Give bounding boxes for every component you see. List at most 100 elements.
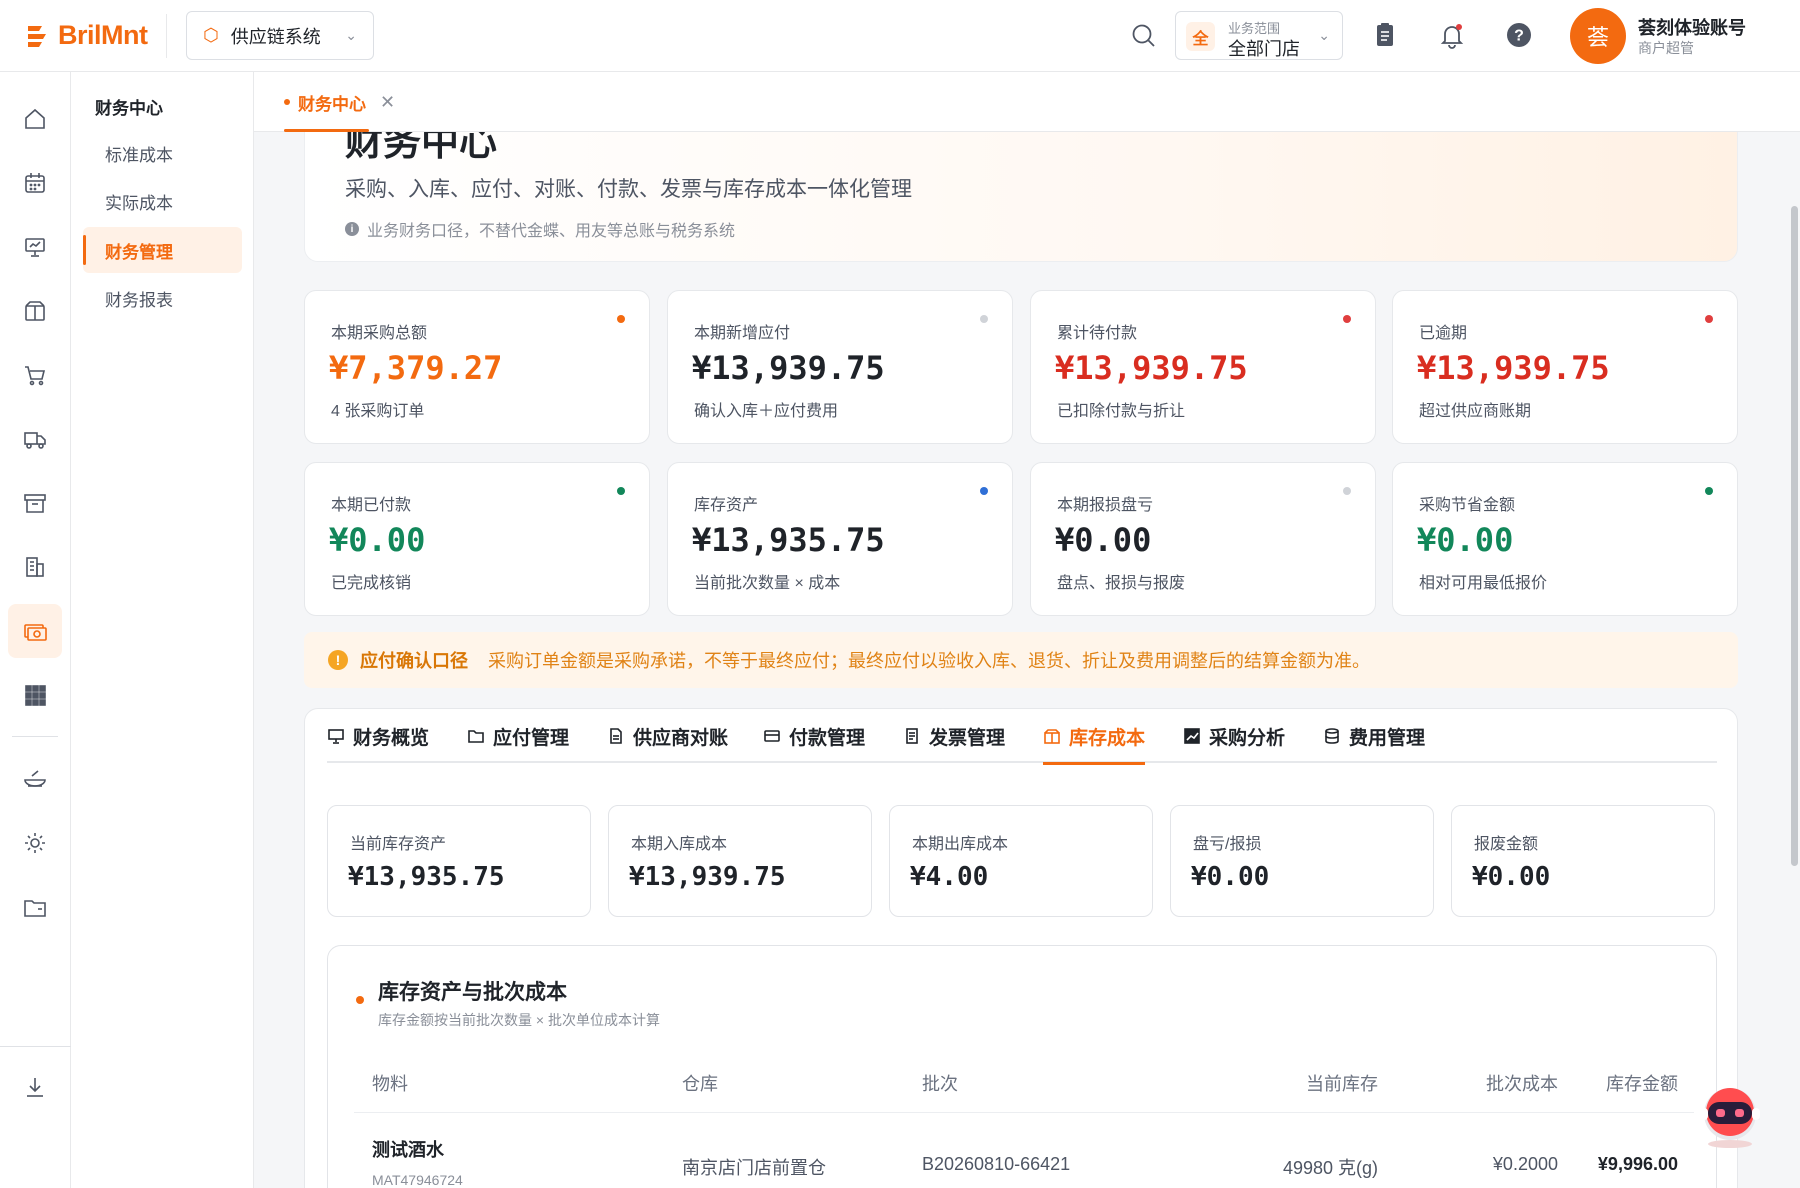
- kpi-desc: 已扣除付款与折让: [1057, 403, 1186, 420]
- user-name[interactable]: 荟刻体验账号: [1638, 14, 1746, 40]
- assistant-robot-icon[interactable]: [1694, 1082, 1766, 1150]
- scrollbar-thumb[interactable]: [1791, 206, 1798, 866]
- kpi-desc: 确认入库＋应付费用: [694, 403, 839, 420]
- gear-icon: [25, 833, 45, 853]
- rail-archive[interactable]: [8, 476, 62, 530]
- presentation-icon: [328, 729, 344, 744]
- kpi-value: ¥0.00: [329, 521, 426, 559]
- column-header-current-stock[interactable]: 当前库存: [1218, 1070, 1378, 1096]
- stat-value: ¥13,935.75: [348, 862, 505, 892]
- tab-supplier-reconciliation[interactable]: 供应商对账: [607, 709, 728, 763]
- rail-apps[interactable]: [8, 668, 62, 722]
- tab-expense-management[interactable]: 费用管理: [1323, 709, 1425, 763]
- kpi-card[interactable]: 累计待付款 ¥13,939.75 已扣除付款与折让: [1030, 290, 1376, 444]
- rail-divider: [12, 736, 58, 737]
- system-select[interactable]: ⬡ 供应链系统 ⌄: [186, 11, 374, 60]
- rail-settings[interactable]: [8, 816, 62, 870]
- stat-label: 盘亏/报损: [1193, 836, 1262, 853]
- chevron-down-icon: ⌄: [345, 27, 357, 43]
- truck-icon: [24, 432, 46, 449]
- kpi-value: ¥13,935.75: [692, 521, 885, 559]
- kpi-status-dot: [1705, 487, 1713, 495]
- tab-inventory-cost[interactable]: 库存成本: [1043, 709, 1146, 765]
- rail-calendar[interactable]: [8, 156, 62, 210]
- kpi-status-dot: [617, 315, 625, 323]
- table-header-divider: [354, 1112, 1694, 1113]
- stat-card: 报废金额 ¥0.00: [1451, 805, 1715, 917]
- kpi-card[interactable]: 本期已付款 ¥0.00 已完成核销: [304, 462, 650, 616]
- folder-icon: [468, 730, 484, 743]
- section-title: 库存资产与批次成本: [378, 981, 567, 1004]
- rail-download[interactable]: [8, 1060, 62, 1114]
- tab-label: 采购分析: [1209, 727, 1286, 749]
- kpi-card[interactable]: 本期报损盘亏 ¥0.00 盘点、报损与报废: [1030, 462, 1376, 616]
- package-icon: [25, 301, 45, 321]
- kpi-label: 本期报损盘亏: [1057, 497, 1154, 514]
- cell-material-name: 测试酒水: [372, 1140, 444, 1160]
- rail-finance[interactable]: [8, 604, 62, 658]
- kpi-card[interactable]: 采购节省金额 ¥0.00 相对可用最低报价: [1392, 462, 1738, 616]
- kpi-card[interactable]: 本期新增应付 ¥13,939.75 确认入库＋应付费用: [667, 290, 1013, 444]
- scrollbar[interactable]: [1790, 132, 1800, 1188]
- kpi-status-dot: [1343, 487, 1351, 495]
- rail-home[interactable]: [8, 92, 62, 146]
- bell-icon[interactable]: [1437, 20, 1467, 50]
- column-header-inventory-amount[interactable]: 库存金额: [1518, 1070, 1678, 1096]
- tab-label: 应付管理: [493, 727, 570, 749]
- close-icon[interactable]: ✕: [380, 92, 395, 113]
- cell-warehouse: 南京店门店前置仓: [682, 1158, 826, 1178]
- header-divider: [166, 14, 167, 58]
- column-header-material[interactable]: 物料: [372, 1070, 408, 1096]
- top-header: BrilMnt ⬡ 供应链系统 ⌄ 全 业务范围 全部门店 ⌄ ? 荟 荟刻体验…: [0, 0, 1800, 72]
- business-scope-select[interactable]: 全 业务范围 全部门店 ⌄: [1175, 11, 1343, 60]
- submenu-item-actual-cost[interactable]: 实际成本: [83, 178, 242, 224]
- kpi-label: 累计待付款: [1057, 325, 1138, 342]
- kpi-card[interactable]: 库存资产 ¥13,935.75 当前批次数量 × 成本: [667, 462, 1013, 616]
- kpi-desc: 盘点、报损与报废: [1057, 575, 1186, 592]
- brand-logo-icon: [28, 25, 46, 47]
- brand-logo[interactable]: BrilMnt: [24, 20, 148, 51]
- kpi-card[interactable]: 已逾期 ¥13,939.75 超过供应商账期: [1392, 290, 1738, 444]
- folder-icon: [24, 900, 46, 917]
- tab-label: 发票管理: [929, 727, 1006, 749]
- kpi-card[interactable]: 本期采购总额 ¥7,379.27 4 张采购订单: [304, 290, 650, 444]
- kpi-status-dot: [980, 315, 988, 323]
- grid-icon: [25, 685, 46, 706]
- alert-message: 采购订单金额是采购承诺，不等于最终应付；最终应付以验收入库、退货、折让及费用调整…: [488, 651, 1370, 671]
- page-tab-finance-center[interactable]: 财务中心 ✕: [284, 72, 395, 132]
- submenu-item-finance-report[interactable]: 财务报表: [83, 275, 242, 321]
- hero-banner: 财务中心 采购、入库、应付、对账、付款、发票与库存成本一体化管理 i 业务财务口…: [304, 132, 1738, 262]
- rail-dish[interactable]: [8, 752, 62, 806]
- column-header-batch[interactable]: 批次: [922, 1070, 958, 1096]
- rail-package[interactable]: [8, 284, 62, 338]
- submenu-item-standard-cost[interactable]: 标准成本: [83, 130, 242, 176]
- tab-finance-overview[interactable]: 财务概览: [327, 709, 429, 763]
- rail-dashboard[interactable]: [8, 220, 62, 274]
- calendar-icon: [25, 173, 45, 193]
- tab-purchase-analysis[interactable]: 采购分析: [1183, 709, 1285, 763]
- finance-panel: 财务概览 应付管理 供应商对账 付款管理 发票管理 库存成本 采购分析 费用管理…: [304, 708, 1738, 1188]
- page-tab-label: 财务中心: [298, 94, 366, 114]
- inventory-batch-table-card: 库存资产与批次成本 库存金额按当前批次数量 × 批次单位成本计算 物料 仓库 批…: [327, 945, 1717, 1188]
- stat-label: 本期入库成本: [631, 836, 728, 853]
- rail-cart[interactable]: [8, 348, 62, 402]
- kpi-label: 已逾期: [1419, 325, 1468, 342]
- search-icon[interactable]: [1130, 22, 1158, 50]
- submenu-item-finance-management[interactable]: 财务管理: [83, 227, 242, 273]
- tab-invoice-management[interactable]: 发票管理: [903, 709, 1005, 763]
- stat-card: 本期入库成本 ¥13,939.75: [608, 805, 872, 917]
- help-icon[interactable]: ?: [1504, 20, 1534, 50]
- tab-payment-management[interactable]: 付款管理: [763, 709, 865, 763]
- rail-delivery[interactable]: [8, 412, 62, 466]
- tab-payable-management[interactable]: 应付管理: [467, 709, 569, 763]
- download-icon: [27, 1078, 43, 1097]
- rail-building[interactable]: [8, 540, 62, 594]
- avatar[interactable]: 荟: [1570, 8, 1626, 64]
- presentation-icon: [25, 238, 45, 257]
- column-header-warehouse[interactable]: 仓库: [682, 1070, 718, 1096]
- kpi-desc: 当前批次数量 × 成本: [694, 575, 841, 592]
- rail-folder[interactable]: [8, 880, 62, 934]
- clipboard-icon[interactable]: [1370, 20, 1400, 50]
- kpi-status-dot: [1343, 315, 1351, 323]
- tab-label: 库存成本: [1069, 727, 1146, 749]
